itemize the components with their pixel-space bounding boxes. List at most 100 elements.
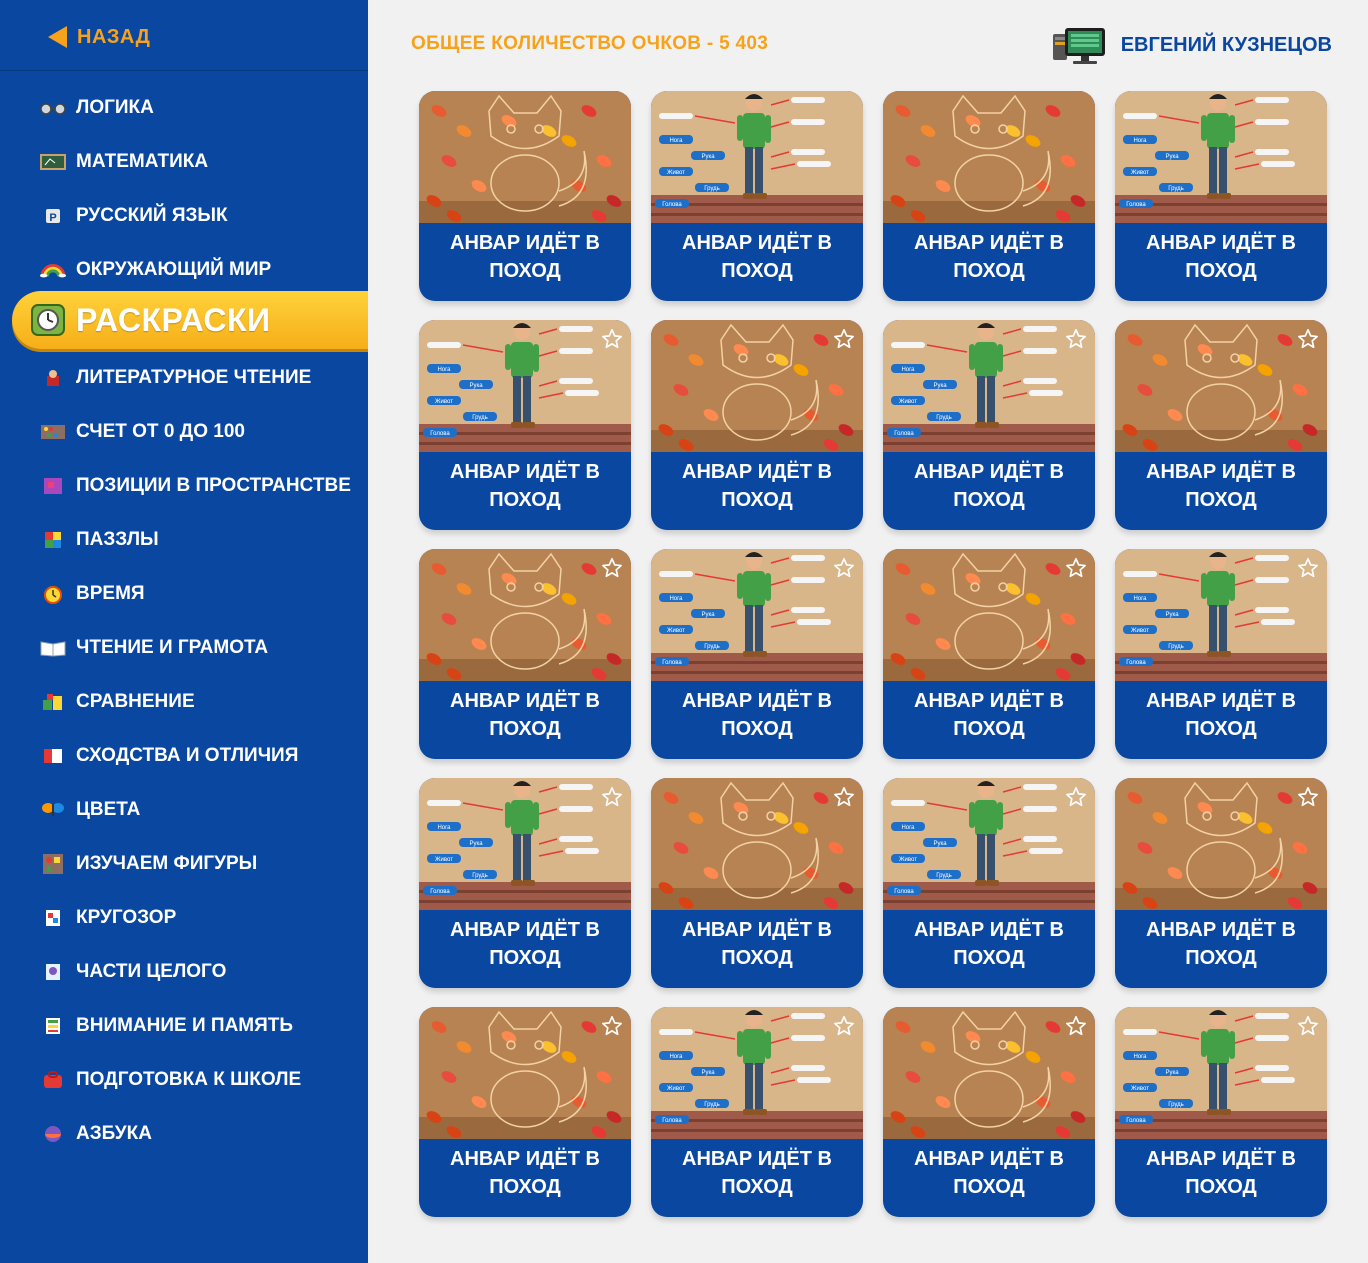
card-thumbnail	[1115, 778, 1327, 910]
sidebar-item-label: ВРЕМЯ	[76, 583, 145, 604]
svg-text:Грудь: Грудь	[472, 415, 488, 421]
coloring-card[interactable]: Нога Рука Живот Грудь Голова АНВАР ИДЁТ В ПОХ…	[1115, 1007, 1327, 1217]
alarm-clock-icon	[40, 584, 66, 604]
memory-grid-icon	[40, 1016, 66, 1036]
coloring-card[interactable]: Нога Рука Живот Грудь Голова АНВАР ИДЁТ В ПОХ…	[651, 549, 863, 759]
sidebar-item[interactable]: Р РУССКИЙ ЯЗЫК	[0, 198, 368, 234]
coloring-card[interactable]: Нога Рука Живот Грудь Голова АНВАР ИДЁТ В ПОХ…	[651, 91, 863, 301]
sidebar-item-label: ЦВЕТА	[76, 799, 141, 820]
sidebar-item[interactable]: ВРЕМЯ	[0, 576, 368, 612]
star-icon[interactable]	[1065, 1015, 1087, 1037]
star-icon[interactable]	[1297, 557, 1319, 579]
svg-text:Рука: Рука	[701, 612, 715, 618]
svg-text:Грудь: Грудь	[1168, 186, 1184, 192]
coloring-card[interactable]: Нога Рука Живот Грудь Голова АНВАР ИДЁТ В ПОХ…	[419, 320, 631, 530]
sidebar-item-active[interactable]: РАСКРАСКИ	[12, 291, 368, 349]
star-icon[interactable]	[601, 328, 623, 350]
coloring-card[interactable]: АНВАР ИДЁТ В ПОХОД	[883, 91, 1095, 301]
coloring-card[interactable]: Нога Рука Живот Грудь Голова АНВАР ИДЁТ В ПОХ…	[883, 778, 1095, 988]
sidebar-item[interactable]: ИЗУЧАЕМ ФИГУРЫ	[0, 846, 368, 882]
blocks-icon	[40, 692, 66, 712]
coloring-card[interactable]: АНВАР ИДЁТ В ПОХОД	[419, 549, 631, 759]
svg-text:Голова: Голова	[894, 889, 914, 895]
svg-text:Грудь: Грудь	[472, 873, 488, 879]
sidebar: НАЗАД ЛОГИКА МАТЕМАТИКА Р РУССКИЙ ЯЗЫК ОКРУЖ…	[0, 0, 368, 1263]
star-icon[interactable]	[833, 557, 855, 579]
sidebar-item-label: ЧТЕНИЕ И ГРАМОТА	[76, 637, 269, 658]
svg-text:Рука: Рука	[701, 154, 715, 160]
open-book-icon	[40, 638, 66, 658]
coloring-card[interactable]: АНВАР ИДЁТ В ПОХОД	[1115, 320, 1327, 530]
star-icon[interactable]	[833, 786, 855, 808]
sidebar-item-label: СХОДСТВА И ОТЛИЧИЯ	[76, 745, 299, 766]
card-title: АНВАР ИДЁТ В ПОХОД	[1146, 690, 1296, 740]
card-title: АНВАР ИДЁТ В ПОХОД	[450, 232, 600, 282]
coloring-card[interactable]: АНВАР ИДЁТ В ПОХОД	[1115, 778, 1327, 988]
sidebar-item[interactable]: ОКРУЖАЮЩИЙ МИР	[0, 252, 368, 288]
sidebar-item[interactable]: ЧТЕНИЕ И ГРАМОТА	[0, 630, 368, 666]
cards-icon	[40, 746, 66, 766]
puzzle-card-icon	[40, 962, 66, 982]
svg-text:Нога: Нога	[669, 596, 683, 602]
sidebar-item[interactable]: КРУГОЗОР	[0, 900, 368, 936]
back-button[interactable]: НАЗАД	[48, 22, 150, 52]
sidebar-item[interactable]: ПАЗЗЛЫ	[0, 522, 368, 558]
card-title: АНВАР ИДЁТ В ПОХОД	[914, 1148, 1064, 1198]
user-profile[interactable]: ЕВГЕНИЙ КУЗНЕЦОВ	[1051, 24, 1332, 66]
star-icon[interactable]	[601, 557, 623, 579]
star-icon[interactable]	[601, 786, 623, 808]
coloring-card[interactable]: АНВАР ИДЁТ В ПОХОД	[419, 91, 631, 301]
card-title: АНВАР ИДЁТ В ПОХОД	[914, 919, 1064, 969]
svg-text:Живот: Живот	[1131, 170, 1149, 176]
svg-text:Рука: Рука	[1165, 1070, 1179, 1076]
coloring-card[interactable]: АНВАР ИДЁТ В ПОХОД	[883, 549, 1095, 759]
coloring-card[interactable]: Нога Рука Живот Грудь Голова АНВАР ИДЁТ В ПОХ…	[651, 1007, 863, 1217]
coloring-card[interactable]: АНВАР ИДЁТ В ПОХОД	[419, 1007, 631, 1217]
star-icon[interactable]	[1297, 786, 1319, 808]
card-title: АНВАР ИДЁТ В ПОХОД	[682, 1148, 832, 1198]
back-label: НАЗАД	[77, 25, 151, 48]
card-thumbnail	[883, 549, 1095, 681]
sidebar-item[interactable]: ЛИТЕРАТУРНОЕ ЧТЕНИЕ	[0, 360, 368, 396]
coloring-card[interactable]: Нога Рука Живот Грудь Голова АНВАР ИДЁТ В ПОХ…	[1115, 91, 1327, 301]
coloring-card[interactable]: АНВАР ИДЁТ В ПОХОД	[651, 320, 863, 530]
star-icon[interactable]	[833, 1015, 855, 1037]
card-title: АНВАР ИДЁТ В ПОХОД	[914, 690, 1064, 740]
sidebar-item[interactable]: ЧАСТИ ЦЕЛОГО	[0, 954, 368, 990]
star-icon[interactable]	[833, 328, 855, 350]
coloring-card[interactable]: АНВАР ИДЁТ В ПОХОД	[651, 778, 863, 988]
sidebar-item[interactable]: СЧЕТ ОТ 0 ДО 100	[0, 414, 368, 450]
coloring-card[interactable]: АНВАР ИДЁТ В ПОХОД	[883, 1007, 1095, 1217]
sidebar-item[interactable]: ПОЗИЦИИ В ПРОСТРАНСТВЕ	[0, 468, 368, 504]
coloring-card[interactable]: Нога Рука Живот Грудь Голова АНВАР ИДЁТ В ПОХ…	[1115, 549, 1327, 759]
card-thumbnail	[651, 778, 863, 910]
coloring-card[interactable]: Нога Рука Живот Грудь Голова АНВАР ИДЁТ В ПОХ…	[883, 320, 1095, 530]
sidebar-item[interactable]: ПОДГОТОВКА К ШКОЛЕ	[0, 1062, 368, 1098]
svg-text:Грудь: Грудь	[1168, 1102, 1184, 1108]
star-icon[interactable]	[1065, 557, 1087, 579]
svg-text:Нога: Нога	[1133, 138, 1147, 144]
sidebar-item[interactable]: ЛОГИКА	[0, 90, 368, 126]
star-icon[interactable]	[1297, 1015, 1319, 1037]
sidebar-item[interactable]: ВНИМАНИЕ И ПАМЯТЬ	[0, 1008, 368, 1044]
sidebar-item[interactable]: СХОДСТВА И ОТЛИЧИЯ	[0, 738, 368, 774]
svg-text:Грудь: Грудь	[704, 186, 720, 192]
sidebar-item-label: ЧАСТИ ЦЕЛОГО	[76, 961, 227, 982]
card-thumbnail: Нога Рука Живот Грудь Голова	[1115, 1007, 1327, 1139]
star-icon[interactable]	[1065, 786, 1087, 808]
sidebar-item[interactable]: МАТЕМАТИКА	[0, 144, 368, 180]
card-thumbnail: Нога Рука Живот Грудь Голова	[651, 549, 863, 681]
coloring-card[interactable]: Нога Рука Живот Грудь Голова АНВАР ИДЁТ В ПОХ…	[419, 778, 631, 988]
card-title: АНВАР ИДЁТ В ПОХОД	[682, 461, 832, 511]
sidebar-item[interactable]: СРАВНЕНИЕ	[0, 684, 368, 720]
sidebar-item-label: ЛОГИКА	[76, 97, 154, 118]
svg-text:Голова: Голова	[1126, 660, 1146, 666]
svg-text:Нога: Нога	[1133, 1054, 1147, 1060]
star-icon[interactable]	[1065, 328, 1087, 350]
sidebar-item[interactable]: ЦВЕТА	[0, 792, 368, 828]
star-icon[interactable]	[601, 1015, 623, 1037]
sidebar-item[interactable]: АЗБУКА	[0, 1116, 368, 1152]
star-icon[interactable]	[1297, 328, 1319, 350]
card-thumbnail: Нога Рука Живот Грудь Голова	[883, 320, 1095, 452]
svg-text:Голова: Голова	[1126, 202, 1146, 208]
